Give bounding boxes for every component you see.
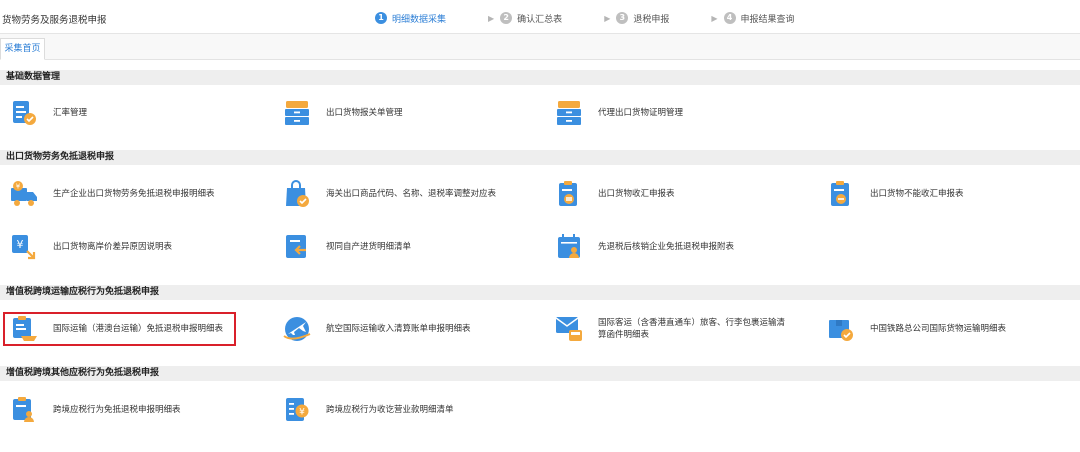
item-label: 中国铁路总公司国际货物运输明细表 xyxy=(870,324,1007,334)
item-self-produced[interactable]: 视同自产进货明细清单 xyxy=(282,230,411,264)
item-price-difference[interactable]: ¥ 出口货物离岸价差异原因说明表 xyxy=(9,230,172,264)
item-label: 出口货物不能收汇申报表 xyxy=(870,189,964,199)
document-check-icon xyxy=(13,101,36,125)
cabinet-icon xyxy=(285,101,309,125)
step-3[interactable]: 3 退税申报 xyxy=(616,12,669,25)
tab-collection-home[interactable]: 采集首页 xyxy=(0,38,45,60)
yen-doc-icon: ¥ xyxy=(12,235,36,260)
calendar-person-icon xyxy=(558,234,580,258)
highlight-box xyxy=(3,312,236,346)
item-label: 国际客运（含香港直通车）旅客、行李包裹运输清算函件明细表 xyxy=(598,318,786,340)
item-passenger-transport[interactable]: 国际客运（含香港直通车）旅客、行李包裹运输清算函件明细表 xyxy=(554,312,788,346)
airplane-icon xyxy=(283,317,311,341)
step-arrow-icon: ▶ xyxy=(488,13,495,23)
section-export-goods: 出口货物劳务免抵退税申报 xyxy=(0,150,1080,165)
svg-text:¥: ¥ xyxy=(17,238,24,251)
item-label: 代理出口货物证明管理 xyxy=(598,108,684,118)
step-arrow-icon: ▶ xyxy=(604,13,611,23)
shopping-bag-icon xyxy=(286,180,309,207)
svg-text:¥: ¥ xyxy=(16,183,21,191)
step-1-label: 明细数据采集 xyxy=(392,14,447,25)
item-receipt-report[interactable]: 出口货物收汇申报表 xyxy=(554,177,675,211)
item-exchange-rate[interactable]: 汇率管理 xyxy=(9,96,87,130)
truck-yen-icon: ¥ xyxy=(11,181,37,206)
section-cross-border-other: 增值税跨境其他应税行为免抵退税申报 xyxy=(0,366,1080,381)
svg-text:¥: ¥ xyxy=(299,408,305,418)
item-customs-declaration[interactable]: 出口货物报关单管理 xyxy=(282,96,403,130)
mail-bus-icon xyxy=(555,317,582,341)
item-label: 先退税后核销企业免抵退税申报附表 xyxy=(598,242,735,252)
item-aviation-income[interactable]: 航空国际运输收入清算账单申报明细表 xyxy=(282,312,471,346)
item-cross-border-detail[interactable]: 跨境应税行为免抵退税申报明细表 xyxy=(9,393,181,427)
item-label: 视同自产进货明细清单 xyxy=(326,242,412,252)
item-label: 出口货物离岸价差异原因说明表 xyxy=(53,242,173,252)
top-bar: 货物劳务及服务退税申报 1 明细数据采集 ▶ 2 确认汇总表 ▶ 3 退税申报 … xyxy=(0,0,1080,34)
step-arrow-icon: ▶ xyxy=(711,13,718,23)
step-1[interactable]: 1 明细数据采集 xyxy=(375,12,446,25)
doc-return-icon xyxy=(286,235,306,258)
item-railway-freight[interactable]: 中国铁路总公司国际货物运输明细表 xyxy=(826,312,1006,346)
step-4-number: 4 xyxy=(723,12,736,24)
step-2[interactable]: 2 确认汇总表 xyxy=(500,12,562,25)
step-3-number: 3 xyxy=(616,12,629,24)
item-label: 出口货物收汇申报表 xyxy=(598,189,675,199)
item-production-detail[interactable]: ¥ 生产企业出口货物劳务免抵退税申报明细表 xyxy=(9,177,215,211)
step-4[interactable]: 4 申报结果查询 xyxy=(723,12,795,25)
item-cross-border-income[interactable]: ¥ 跨境应税行为收讫营业款明细清单 xyxy=(282,393,454,427)
item-label: 航空国际运输收入清算账单申报明细表 xyxy=(326,324,471,334)
item-pre-tax-refund[interactable]: 先退税后核销企业免抵退税申报附表 xyxy=(554,230,734,264)
clipboard-person-icon xyxy=(13,397,34,422)
item-label: 汇率管理 xyxy=(53,108,88,118)
section-basic-data: 基础数据管理 xyxy=(0,70,1080,85)
step-1-number: 1 xyxy=(375,12,387,24)
cabinet-icon xyxy=(557,101,581,125)
tab-bar: 采集首页 xyxy=(0,34,1080,60)
step-2-number: 2 xyxy=(500,12,513,24)
step-3-label: 退税申报 xyxy=(633,14,670,25)
item-label: 生产企业出口货物劳务免抵退税申报明细表 xyxy=(53,189,215,199)
item-agent-certificate[interactable]: 代理出口货物证明管理 xyxy=(554,96,683,130)
step-indicator: 1 明细数据采集 ▶ 2 确认汇总表 ▶ 3 退税申报 ▶ 4 申报结果查询 xyxy=(375,11,795,25)
box-check-icon xyxy=(829,320,853,341)
app-title: 货物劳务及服务退税申报 xyxy=(2,15,107,26)
item-label: 跨境应税行为收讫营业款明细清单 xyxy=(326,405,454,415)
clipboard-block-icon xyxy=(831,181,849,206)
item-label: 海关出口商品代码、名称、退税率调整对应表 xyxy=(326,189,497,199)
item-label: 跨境应税行为免抵退税申报明细表 xyxy=(53,405,181,415)
section-cross-border-transport: 增值税跨境运输应税行为免抵退税申报 xyxy=(0,285,1080,300)
clipboard-exchange-icon xyxy=(559,181,577,206)
item-no-receipt-report[interactable]: 出口货物不能收汇申报表 xyxy=(826,177,964,211)
step-2-label: 确认汇总表 xyxy=(517,14,563,25)
item-label: 出口货物报关单管理 xyxy=(326,108,403,118)
step-4-label: 申报结果查询 xyxy=(740,14,795,25)
item-customs-codes[interactable]: 海关出口商品代码、名称、退税率调整对应表 xyxy=(282,177,496,211)
yen-list-icon: ¥ xyxy=(286,398,309,421)
